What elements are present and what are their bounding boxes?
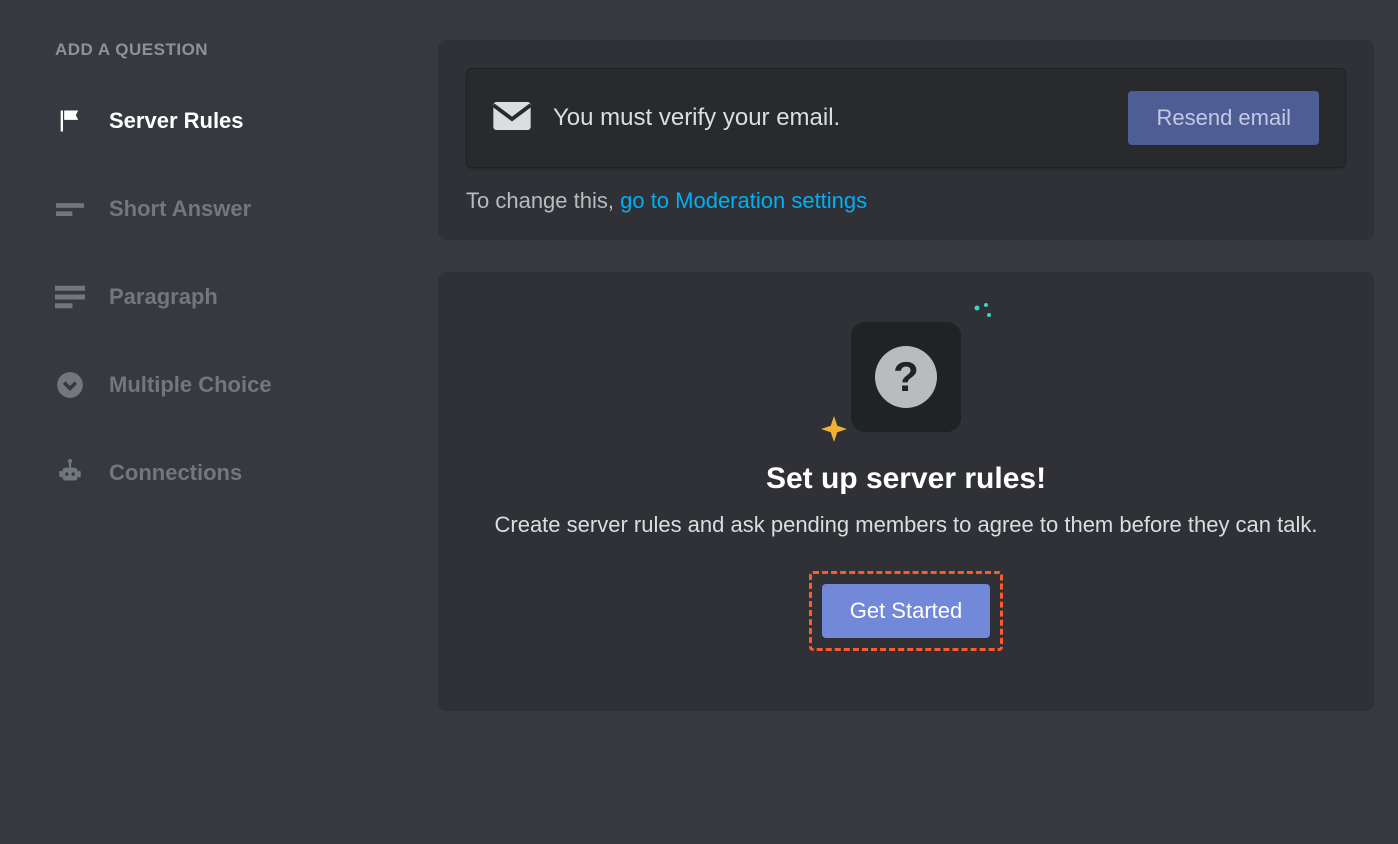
sidebar-item-label: Paragraph [109, 284, 218, 310]
setup-description: Create server rules and ask pending memb… [466, 510, 1346, 541]
sparkle-yellow-icon [821, 416, 847, 442]
moderation-settings-link[interactable]: go to Moderation settings [620, 188, 867, 213]
sidebar: ADD A QUESTION Server Rules Short Answer… [0, 0, 420, 844]
change-settings-text: To change this, go to Moderation setting… [466, 188, 1346, 214]
chevron-circle-icon [55, 370, 85, 400]
sparkle-teal-icon [971, 302, 995, 326]
sidebar-item-label: Connections [109, 460, 242, 486]
paragraph-icon [55, 282, 85, 312]
sidebar-item-label: Multiple Choice [109, 372, 272, 398]
get-started-button[interactable]: Get Started [822, 584, 991, 638]
question-badge-wrap: ? [851, 322, 961, 432]
sidebar-item-connections[interactable]: Connections [55, 444, 400, 502]
sidebar-heading: ADD A QUESTION [55, 40, 400, 60]
question-mark-icon: ? [875, 346, 937, 408]
sidebar-item-label: Server Rules [109, 108, 244, 134]
verify-message: You must verify your email. [553, 104, 840, 132]
change-prefix: To change this, [466, 188, 620, 213]
verify-banner: You must verify your email. Resend email [466, 68, 1346, 168]
short-text-icon [55, 194, 85, 224]
sidebar-item-server-rules[interactable]: Server Rules [55, 92, 400, 150]
robot-icon [55, 458, 85, 488]
setup-title: Set up server rules! [466, 462, 1346, 496]
sidebar-item-label: Short Answer [109, 196, 251, 222]
sidebar-item-short-answer[interactable]: Short Answer [55, 180, 400, 238]
mail-icon [493, 102, 531, 135]
setup-card: ? Set up server rules! Create server rul… [438, 272, 1374, 711]
sidebar-item-paragraph[interactable]: Paragraph [55, 268, 400, 326]
highlight-annotation: Get Started [809, 571, 1004, 651]
flag-icon [55, 106, 85, 136]
resend-email-button[interactable]: Resend email [1128, 91, 1319, 145]
sidebar-item-multiple-choice[interactable]: Multiple Choice [55, 356, 400, 414]
question-badge: ? [851, 322, 961, 432]
verify-card: You must verify your email. Resend email… [438, 40, 1374, 240]
main-content: You must verify your email. Resend email… [420, 0, 1398, 844]
